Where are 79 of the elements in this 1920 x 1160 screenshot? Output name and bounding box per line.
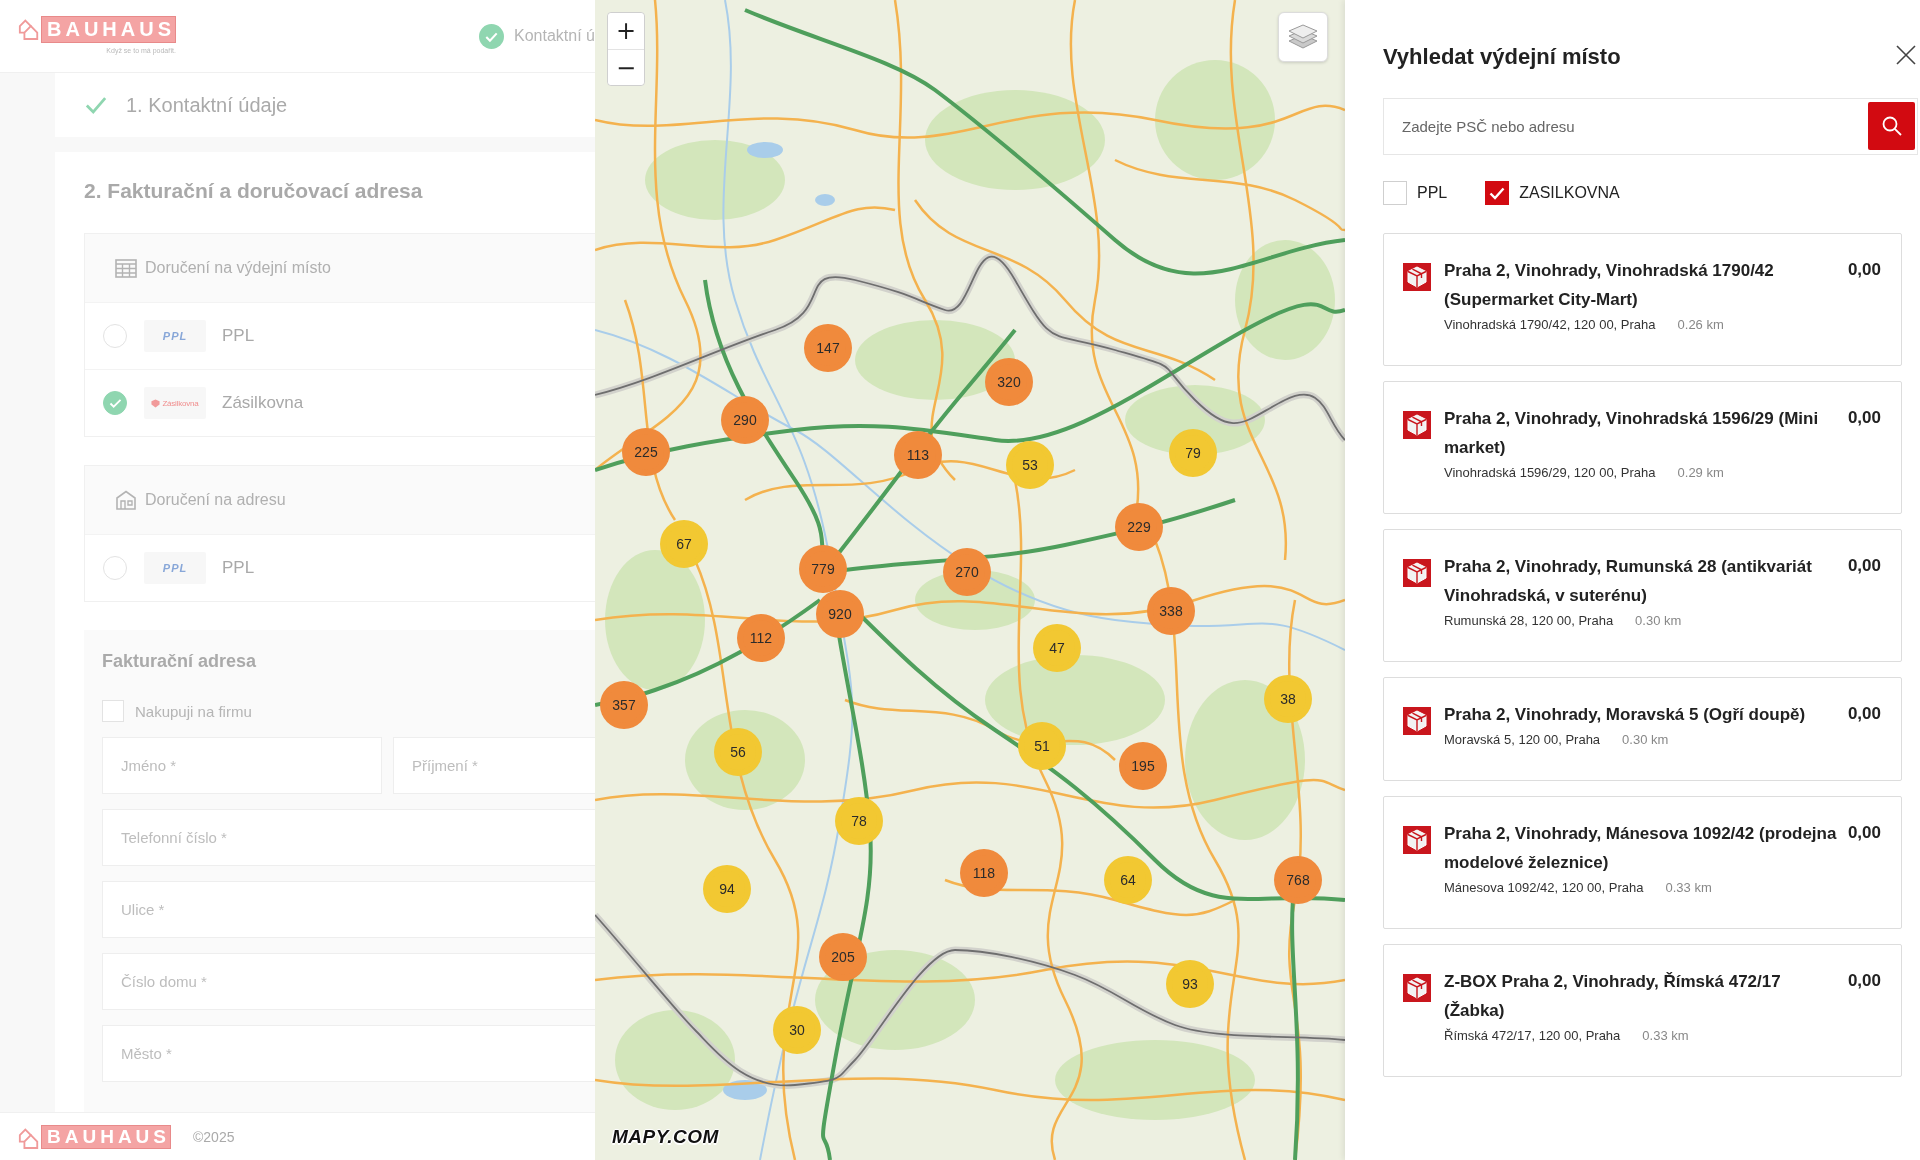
pickup-point-name: Praha 2, Vinohrady, Mánesova 1092/42 (prodejna modelové železnice) — [1444, 823, 1838, 874]
pickup-point-address: Vinohradská 1596/29, 120 00, Praha — [1444, 464, 1656, 482]
group-title: Doručení na adresu — [145, 491, 286, 509]
copyright-text: ©2025 — [193, 1128, 235, 1145]
search-field[interactable]: Zadejte PSČ nebo adresu — [1383, 98, 1918, 155]
search-icon — [1881, 116, 1902, 136]
pickup-point-card[interactable]: Praha 2, Vinohrady, Vinohradská 1790/42 (Supermarket City-Mart) Vinohradská 1790/42, 120 00, Praha 0.26 km 0,00 — [1383, 233, 1902, 366]
close-button[interactable] — [1894, 43, 1918, 67]
grid-building-icon — [115, 258, 137, 278]
panel-title: Vyhledat výdejní místo — [1383, 44, 1621, 70]
pickup-point-address: Rumunská 28, 120 00, Praha — [1444, 612, 1614, 630]
pickup-point-name: Praha 2, Vinohrady, Vinohradská 1790/42 (Supermarket City-Mart) — [1444, 260, 1775, 311]
distance-text: 0.29 km — [1677, 464, 1724, 482]
radio-button[interactable] — [103, 391, 127, 415]
checkmark-icon — [1489, 186, 1506, 200]
search-button[interactable] — [1868, 102, 1915, 150]
layers-button[interactable] — [1278, 12, 1328, 62]
pickup-point-address: Římská 472/17, 120 00, Praha — [1444, 1027, 1621, 1045]
logo-text: BAUHAUS — [41, 16, 176, 43]
section-title: 1. Kontaktní údaje — [126, 93, 288, 117]
pickup-point-name: Praha 2, Vinohrady, Moravská 5 (Ogří doupě) — [1444, 704, 1807, 726]
parcel-box-icon — [1403, 263, 1431, 291]
price-text: 0,00 — [1847, 703, 1881, 725]
parcel-box-icon — [1403, 411, 1431, 439]
checkbox-label: Nakupuji na firmu — [135, 702, 252, 720]
input-field[interactable]: Telefonní číslo * — [102, 809, 595, 866]
pickup-point-card[interactable]: Z-BOX Praha 2, Vinohrady, Římská 472/17 (Žabka) Římská 472/17, 120 00, Praha 0.33 km 0,00 — [1383, 944, 1902, 1077]
layers-icon — [1288, 23, 1318, 51]
pickup-point-address: Moravská 5, 120 00, Praha — [1444, 731, 1601, 749]
parcel-box-icon — [1403, 974, 1431, 1002]
price-text: 0,00 — [1847, 555, 1881, 577]
logo-text: PPL — [162, 330, 188, 342]
logo-text: PPL — [162, 562, 188, 574]
pickup-point-name: Z-BOX Praha 2, Vinohrady, Římská 472/17 (Žabka) — [1444, 971, 1782, 1022]
close-icon — [1896, 45, 1916, 65]
pickup-point-card[interactable]: Praha 2, Vinohrady, Rumunská 28 (antikvariát Vinohradská, v suterénu) Rumunská 28, 120 00, Praha 0.30 km 0,00 — [1383, 529, 1902, 662]
pickup-point-card[interactable]: Praha 2, Vinohrady, Moravská 5 (Ogří doupě) Moravská 5, 120 00, Praha 0.30 km 0,00 — [1383, 677, 1902, 781]
radio-button[interactable] — [103, 324, 127, 348]
option-label: Zásilkovna — [222, 393, 304, 413]
price-text: 0,00 — [1847, 259, 1881, 281]
distance-text: 0.33 km — [1665, 879, 1712, 897]
radio-button[interactable] — [103, 556, 127, 580]
parcel-box-icon — [1403, 559, 1431, 587]
pickup-point-address: Mánesova 1092/42, 120 00, Praha — [1444, 879, 1644, 897]
checkmark-icon — [108, 397, 122, 409]
pickup-point-card[interactable]: Praha 2, Vinohrady, Vinohradská 1596/29 (Mini market) Vinohradská 1596/29, 120 00, Praha 0.29 km 0,00 — [1383, 381, 1902, 514]
checkbox-label: PPL — [1417, 184, 1448, 202]
input-field[interactable]: Jméno * — [102, 737, 382, 794]
distance-text: 0.26 km — [1677, 316, 1724, 334]
distance-text: 0.33 km — [1642, 1027, 1689, 1045]
input-field[interactable]: Město * — [102, 1025, 595, 1082]
option-label: PPL — [222, 326, 255, 346]
map-provider-logo[interactable]: MAPY.COM — [612, 1126, 719, 1148]
billing-title: Fakturační adresa — [102, 650, 258, 672]
logo-text: BAUHAUS — [41, 1124, 171, 1149]
option-label: PPL — [222, 558, 255, 578]
zoom-out-button[interactable]: − — [608, 49, 644, 85]
checkbox-label: ZASILKOVNA — [1519, 184, 1620, 202]
distance-text: 0.30 km — [1622, 731, 1669, 749]
logo-text: Zásilkovna — [162, 398, 199, 408]
price-text: 0,00 — [1847, 407, 1881, 429]
pickup-point-address: Vinohradská 1790/42, 120 00, Praha — [1444, 316, 1656, 334]
shield-icon — [151, 398, 161, 408]
house-icon — [115, 490, 137, 510]
price-text: 0,00 — [1847, 970, 1881, 992]
pickup-point-name: Praha 2, Vinohrady, Vinohradská 1596/29 (Mini market) — [1444, 408, 1820, 459]
parcel-box-icon — [1403, 707, 1431, 735]
step-label: Kontaktní ú — [514, 27, 595, 45]
pickup-point-card[interactable]: Praha 2, Vinohrady, Mánesova 1092/42 (prodejna modelové železnice) Mánesova 1092/42, 120 00, Praha 0.33 km 0,00 — [1383, 796, 1902, 929]
input-field[interactable]: Příjmení * — [393, 737, 595, 794]
distance-text: 0.30 km — [1635, 612, 1682, 630]
group-title: Doručení na výdejní místo — [145, 259, 331, 277]
parcel-box-icon — [1403, 826, 1431, 854]
input-field[interactable]: Ulice * — [102, 881, 595, 938]
price-text: 0,00 — [1847, 822, 1881, 844]
checkbox[interactable] — [1485, 181, 1510, 205]
section-title: 2. Fakturační a doručovací adresa — [84, 178, 424, 204]
pickup-point-name: Praha 2, Vinohrady, Rumunská 28 (antikvariát Vinohradská, v suterénu) — [1444, 556, 1813, 607]
input-field[interactable]: Číslo domu * — [102, 953, 595, 1010]
